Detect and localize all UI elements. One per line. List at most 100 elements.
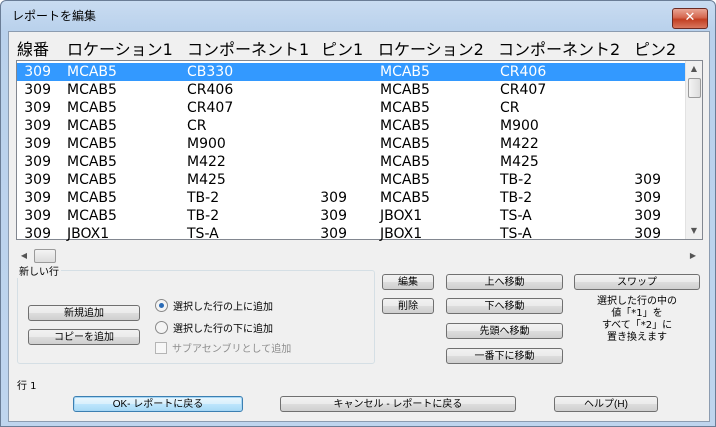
- location-2-cell: MCAB5: [380, 136, 430, 152]
- location-2-cell: MCAB5: [380, 100, 430, 116]
- location-1-cell: MCAB5: [67, 100, 117, 116]
- swap-note-line: 置き換えます: [607, 332, 667, 343]
- swap-button[interactable]: スワップ: [574, 274, 700, 290]
- vertical-scrollbar[interactable]: ▲ ▼: [685, 61, 702, 239]
- dialog-body: 線番 ロケーション1 コンポーネント1 ピン1 ロケーション2 コンポーネント2…: [8, 31, 710, 422]
- wire-number-cell: 309: [24, 64, 51, 80]
- location-1-cell: MCAB5: [67, 172, 117, 188]
- component-1-cell: TB-2: [187, 190, 220, 206]
- copy-add-button[interactable]: コピーを追加: [28, 329, 140, 345]
- component-1-cell: CR406: [187, 82, 234, 98]
- component-1-cell: TS-A: [187, 226, 219, 242]
- location-2-cell: MCAB5: [380, 118, 430, 134]
- component-1-cell: M425: [187, 172, 226, 188]
- table-row[interactable]: 309 MCAB5 CR MCAB5 M900: [17, 117, 685, 135]
- window-title: レポートを編集: [12, 9, 97, 23]
- location-2-cell: MCAB5: [380, 82, 430, 98]
- vertical-scroll-thumb[interactable]: [688, 78, 701, 98]
- location-1-cell: JBOX1: [67, 226, 110, 242]
- table-row[interactable]: 309 MCAB5 M425 MCAB5 TB-2 309: [17, 171, 685, 189]
- pin-2-cell: 309: [634, 208, 661, 224]
- report-rows: 309 MCAB5 CB330 MCAB5 CR406 309 MCAB5 CR406 MCAB…: [17, 63, 685, 243]
- location-1-cell: MCAB5: [67, 64, 117, 80]
- scroll-left-arrow-icon[interactable]: ◀: [16, 248, 32, 264]
- location-2-cell: MCAB5: [380, 172, 430, 188]
- radio-add-below[interactable]: 選択した行の下に追加: [155, 320, 273, 335]
- wire-number-cell: 309: [24, 100, 51, 116]
- component-2-cell: CR: [500, 100, 520, 116]
- location-2-cell: MCAB5: [380, 190, 430, 206]
- component-2-cell: CR407: [500, 82, 547, 98]
- wire-number-cell: 309: [24, 190, 51, 206]
- new-add-button[interactable]: 新規追加: [28, 305, 140, 321]
- radio-add-above[interactable]: 選択した行の上に追加: [155, 298, 273, 313]
- checkbox-box: [155, 342, 167, 354]
- pin-1-cell: 309: [320, 190, 347, 206]
- location-1-cell: MCAB5: [67, 118, 117, 134]
- scroll-down-arrow-icon[interactable]: ▼: [686, 223, 702, 239]
- pin-2-cell: 309: [634, 172, 661, 188]
- table-row[interactable]: 309 MCAB5 CR407 MCAB5 CR: [17, 99, 685, 117]
- location-1-cell: MCAB5: [67, 190, 117, 206]
- help-button[interactable]: ヘルプ(H): [554, 396, 658, 412]
- edit-button[interactable]: 編集: [382, 274, 434, 290]
- location-1-cell: MCAB5: [67, 208, 117, 224]
- pin-2-cell: 309: [634, 190, 661, 206]
- table-row[interactable]: 309 MCAB5 TB-2 309 JBOX1 TS-A 309: [17, 207, 685, 225]
- horizontal-scroll-thumb[interactable]: [34, 249, 56, 263]
- component-2-cell: M900: [500, 118, 539, 134]
- cancel-return-button[interactable]: キャンセル - レポートに戻る: [280, 396, 516, 412]
- header-pin-2: ピン2: [634, 40, 677, 59]
- component-1-cell: M900: [187, 136, 226, 152]
- close-button[interactable]: ✕: [672, 8, 708, 29]
- current-row-status: 行 1: [17, 381, 37, 392]
- scroll-up-arrow-icon[interactable]: ▲: [686, 61, 702, 77]
- move-up-button[interactable]: 上へ移動: [446, 274, 563, 290]
- table-row[interactable]: 309 MCAB5 M422 MCAB5 M425: [17, 153, 685, 171]
- location-2-cell: JBOX1: [380, 226, 423, 242]
- header-pin-1: ピン1: [321, 40, 364, 59]
- swap-note-line: 選択した行の中の: [597, 296, 677, 307]
- location-2-cell: MCAB5: [380, 154, 430, 170]
- component-1-cell: TB-2: [187, 208, 220, 224]
- report-list[interactable]: 309 MCAB5 CB330 MCAB5 CR406 309 MCAB5 CR406 MCAB…: [16, 60, 703, 243]
- table-row[interactable]: 309 MCAB5 M900 MCAB5 M422: [17, 135, 685, 153]
- scroll-right-arrow-icon[interactable]: ▶: [685, 248, 701, 264]
- radio-add-below-label: 選択した行の下に追加: [173, 324, 273, 335]
- wire-number-cell: 309: [24, 226, 51, 242]
- component-1-cell: CR: [187, 118, 207, 134]
- component-1-cell: M422: [187, 154, 226, 170]
- location-1-cell: MCAB5: [67, 154, 117, 170]
- wire-number-cell: 309: [24, 118, 51, 134]
- move-to-top-button[interactable]: 先頭へ移動: [446, 323, 563, 339]
- swap-description: 選択した行の中の 値「*1」を すべて「*2」に 置き換えます: [574, 296, 700, 344]
- swap-note-line: すべて「*2」に: [601, 320, 673, 331]
- table-row[interactable]: 309 JBOX1 TS-A 309 JBOX1 TS-A 309: [17, 225, 685, 243]
- radio-add-above-label: 選択した行の上に追加: [173, 302, 273, 313]
- table-row[interactable]: 309 MCAB5 CB330 MCAB5 CR406: [17, 63, 685, 81]
- ok-return-button[interactable]: OK- レポートに戻る: [73, 396, 243, 412]
- location-2-cell: JBOX1: [380, 208, 423, 224]
- move-to-bottom-button[interactable]: 一番下に移動: [446, 348, 563, 364]
- new-row-group-label: 新しい行: [17, 263, 61, 278]
- horizontal-scrollbar[interactable]: ◀ ▶: [16, 248, 701, 264]
- swap-note-line: 値「*1」を: [611, 308, 663, 319]
- radio-indicator-selected: [155, 299, 168, 312]
- subassembly-checkbox[interactable]: サブアセンブリとして追加: [155, 340, 291, 355]
- component-2-cell: M425: [500, 154, 539, 170]
- table-row[interactable]: 309 MCAB5 CR406 MCAB5 CR407: [17, 81, 685, 99]
- header-component-1: コンポーネント1: [187, 40, 310, 59]
- wire-number-cell: 309: [24, 82, 51, 98]
- delete-button[interactable]: 削除: [382, 298, 434, 314]
- wire-number-cell: 309: [24, 154, 51, 170]
- location-1-cell: MCAB5: [67, 82, 117, 98]
- pin-1-cell: 309: [320, 226, 347, 242]
- pin-1-cell: 309: [320, 208, 347, 224]
- header-location-1: ロケーション1: [67, 40, 173, 59]
- move-down-button[interactable]: 下へ移動: [446, 298, 563, 314]
- pin-2-cell: 309: [634, 226, 661, 242]
- location-2-cell: MCAB5: [380, 64, 430, 80]
- component-2-cell: TS-A: [500, 226, 532, 242]
- title-bar[interactable]: レポートを編集 ✕: [1, 1, 715, 29]
- table-row[interactable]: 309 MCAB5 TB-2 309 MCAB5 TB-2 309: [17, 189, 685, 207]
